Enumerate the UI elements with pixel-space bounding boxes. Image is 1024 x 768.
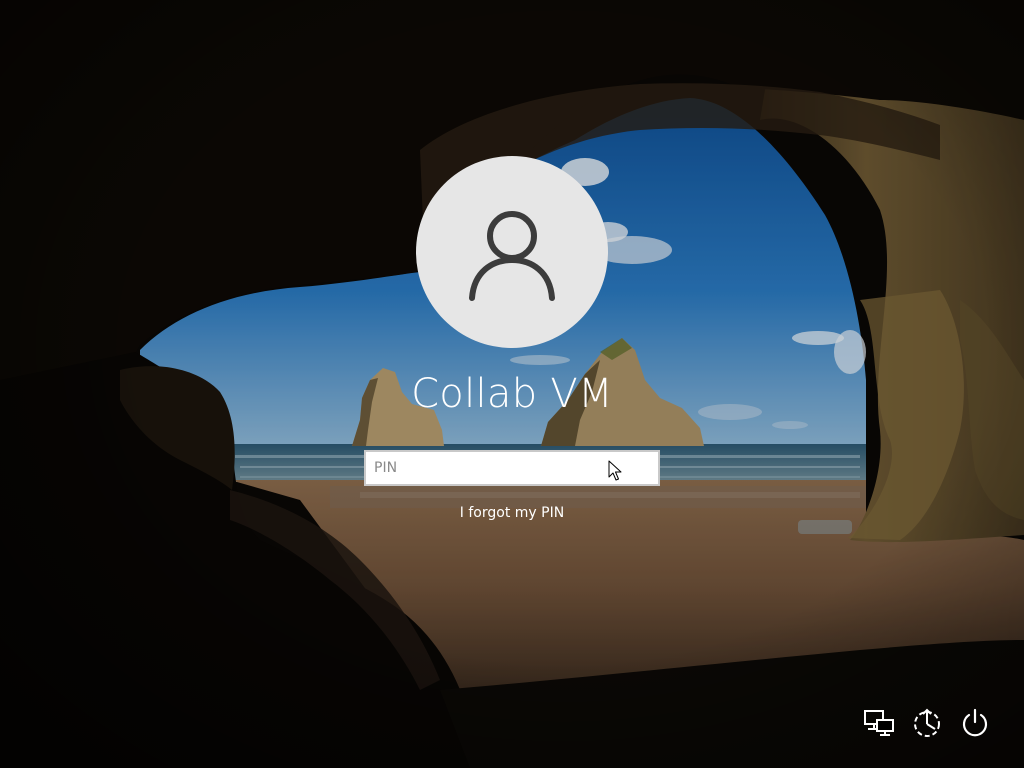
- network-button[interactable]: [862, 706, 896, 740]
- user-icon: [469, 211, 555, 301]
- network-icon: [864, 710, 894, 736]
- mouse-cursor-icon: [608, 460, 622, 481]
- user-avatar: [416, 156, 608, 348]
- ease-of-access-button[interactable]: [910, 706, 944, 740]
- power-button[interactable]: [958, 706, 992, 740]
- username-label: Collab VM: [411, 371, 613, 417]
- lock-screen: Collab VM I forgot my PIN: [0, 0, 1024, 768]
- ease-of-access-icon: [914, 708, 940, 737]
- power-icon: [962, 708, 988, 737]
- forgot-pin-link[interactable]: I forgot my PIN: [460, 505, 564, 521]
